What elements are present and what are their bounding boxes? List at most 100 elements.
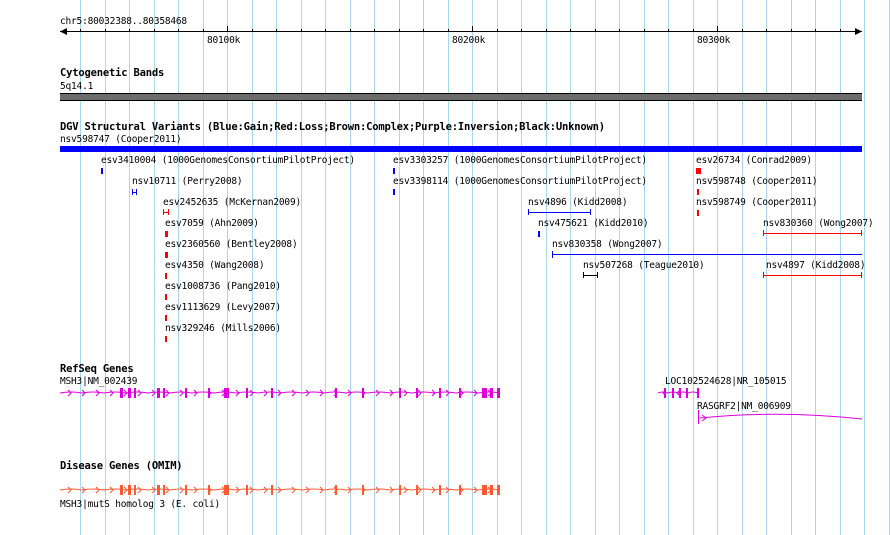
- refseq-msh3-exon: [157, 388, 160, 398]
- dgv-feature-label[interactable]: nsv598747 (Cooper2011): [60, 134, 182, 145]
- omim-msh3-strand-arrow: [305, 486, 310, 494]
- dgv-feature-bar: [697, 210, 699, 216]
- omim-msh3-strand-arrow: [263, 486, 268, 494]
- refseq-loc-exon: [672, 388, 674, 398]
- omim-msh3-exon: [416, 485, 418, 495]
- refseq-msh3-strand-arrow: [305, 389, 310, 397]
- dgv-feature-label[interactable]: esv7059 (Ahn2009): [165, 218, 259, 229]
- omim-msh3-exon: [399, 485, 401, 495]
- refseq-gene-label[interactable]: MSH3|NM_002439: [60, 376, 137, 387]
- refseq-msh3-strand-arrow: [403, 389, 408, 397]
- ruler-tick-label: 80200k: [452, 35, 486, 46]
- refseq-msh3-exon: [185, 388, 187, 398]
- refseq-msh3-strand-arrow: [137, 389, 142, 397]
- dgv-feature-label[interactable]: nsv10711 (Perry2008): [132, 176, 243, 187]
- refseq-loc-exon: [664, 388, 666, 398]
- dgv-feature-label[interactable]: nsv598748 (Cooper2011): [696, 176, 818, 187]
- dgv-feature-bar: [165, 231, 168, 237]
- omim-msh3-exon: [120, 485, 123, 495]
- refseq-msh3-exon: [490, 388, 493, 398]
- refseq-msh3-exon: [459, 388, 461, 398]
- refseq-msh3-exon: [120, 388, 123, 398]
- omim-msh3-strand-arrow: [67, 486, 72, 494]
- dgv-feature-bar: [165, 294, 167, 300]
- refseq-msh3-strand-arrow: [95, 389, 100, 397]
- dgv-feature-bar: [60, 146, 862, 152]
- ruler-tick-label: 80300k: [697, 35, 731, 46]
- dgv-feature-label[interactable]: nsv4896 (Kidd2008): [528, 197, 628, 208]
- dgv-feature-label[interactable]: esv3398114 (1000GenomesConsortiumPilotPr…: [393, 176, 647, 187]
- ruler-left-arrow: [60, 28, 67, 35]
- refseq-msh3-strand-arrow: [417, 389, 422, 397]
- refseq-track-title: RefSeq Genes: [60, 363, 134, 375]
- cytoband-track-title: Cytogenetic Bands: [60, 67, 165, 79]
- ruler-right-arrow: [855, 28, 862, 35]
- ruler-tick-label: 80100k: [207, 35, 241, 46]
- dgv-feature-bar: [165, 273, 167, 279]
- track-canvas: [59, 0, 890, 535]
- omim-msh3-strand-arrow: [375, 486, 380, 494]
- dgv-feature-bar: [165, 336, 167, 342]
- dgv-feature-bar: [393, 189, 395, 195]
- dgv-feature-label[interactable]: esv4350 (Wang2008): [165, 260, 265, 271]
- dgv-feature-label[interactable]: esv3303257 (1000GenomesConsortiumPilotPr…: [393, 155, 647, 166]
- dgv-feature-bar: [696, 168, 701, 174]
- refseq-msh3-exon: [362, 388, 364, 398]
- dgv-feature-label[interactable]: esv3410004 (1000GenomesConsortiumPilotPr…: [101, 155, 355, 166]
- refseq-loc-exon: [686, 388, 688, 398]
- dgv-feature-label[interactable]: nsv4897 (Kidd2008): [766, 260, 866, 271]
- dgv-feature-label[interactable]: nsv598749 (Cooper2011): [696, 197, 818, 208]
- refseq-msh3-exon: [335, 388, 337, 398]
- omim-msh3-exon: [246, 485, 248, 495]
- dgv-feature-label[interactable]: esv2452635 (McKernan2009): [163, 197, 301, 208]
- dgv-feature-label[interactable]: nsv329246 (Mills2006): [165, 323, 281, 334]
- dgv-feature-label[interactable]: esv2360560 (Bentley2008): [165, 239, 298, 250]
- dgv-feature-label[interactable]: nsv830360 (Wong2007): [763, 218, 874, 229]
- dgv-feature-label[interactable]: esv1113629 (Levy2007): [165, 302, 281, 313]
- refseq-msh3-strand-arrow: [109, 389, 114, 397]
- refseq-rasgrf2-intron: [699, 413, 863, 420]
- refseq-gene-label[interactable]: RASGRF2|NM_006909: [697, 401, 791, 412]
- omim-msh3-strand-arrow: [179, 486, 184, 494]
- refseq-msh3-strand-arrow: [291, 389, 296, 397]
- omim-msh3-strand-arrow: [403, 486, 408, 494]
- omim-msh3-exon: [362, 485, 364, 495]
- refseq-msh3-exon: [439, 388, 441, 398]
- refseq-msh3-exon: [482, 388, 487, 398]
- refseq-msh3-exon: [163, 388, 165, 398]
- refseq-loc-exon: [679, 388, 681, 398]
- refseq-msh3-exon: [224, 388, 229, 398]
- omim-gene-label[interactable]: MSH3|mutS homolog 3 (E. coli): [60, 499, 220, 510]
- dgv-track-title: DGV Structural Variants (Blue:Gain;Red:L…: [60, 121, 605, 133]
- refseq-loc-exon: [697, 388, 699, 398]
- refseq-msh3-exon: [271, 388, 273, 398]
- dgv-feature-bar: [165, 315, 167, 321]
- cytoband-bar: [60, 93, 862, 101]
- omim-msh3-exon: [134, 485, 136, 495]
- omim-track-title: Disease Genes (OMIM): [60, 460, 183, 472]
- refseq-msh3-strand-arrow: [179, 389, 184, 397]
- omim-msh3-exon: [128, 485, 131, 495]
- refseq-gene-label[interactable]: LOC102524628|NR_105015: [665, 376, 787, 387]
- refseq-msh3-exon: [416, 388, 418, 398]
- dgv-feature-label[interactable]: esv1008736 (Pang2010): [165, 281, 281, 292]
- omim-msh3-exon: [271, 485, 273, 495]
- dgv-feature-label[interactable]: nsv475621 (Kidd2010): [538, 218, 649, 229]
- dgv-feature-label[interactable]: nsv830358 (Wong2007): [552, 239, 663, 250]
- dgv-feature-bar: [101, 168, 103, 174]
- omim-msh3-strand-arrow: [109, 486, 114, 494]
- dgv-feature-bar: [393, 168, 395, 174]
- omim-msh3-exon: [490, 485, 493, 495]
- omim-msh3-strand-arrow: [95, 486, 100, 494]
- ruler-position: chr5:80032388..80358468: [60, 16, 187, 27]
- refseq-msh3-strand-arrow: [263, 389, 268, 397]
- dgv-feature-label[interactable]: nsv507268 (Teague2010): [583, 260, 705, 271]
- omim-msh3-strand-arrow: [137, 486, 142, 494]
- refseq-msh3-exon: [128, 388, 131, 398]
- dgv-feature-bar: [165, 252, 168, 258]
- refseq-msh3-strand-arrow: [67, 389, 72, 397]
- omim-msh3-strand-arrow: [291, 486, 296, 494]
- omim-msh3-exon: [163, 485, 165, 495]
- omim-msh3-exon: [439, 485, 441, 495]
- dgv-feature-label[interactable]: esv26734 (Conrad2009): [696, 155, 812, 166]
